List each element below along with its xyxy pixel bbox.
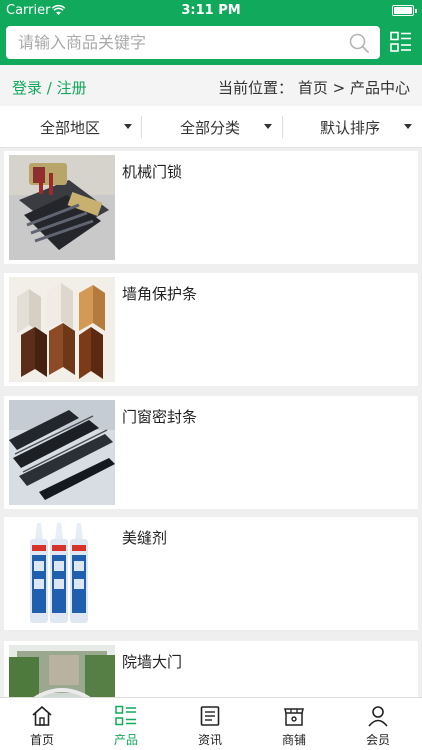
filter-sort-label: 默认排序 [320, 119, 381, 137]
breadcrumb: 当前位置： 首页 > 产品中心 [218, 77, 410, 98]
auth-separator: / [46, 79, 52, 97]
search-bar[interactable] [6, 26, 380, 59]
product-name: 美缝剂 [122, 529, 168, 547]
tab-products[interactable]: 产品 [84, 698, 168, 750]
auth-links: 登录 / 注册 [12, 77, 87, 98]
breadcrumb-arrow: > [332, 79, 346, 97]
product-name: 院墙大门 [122, 653, 183, 671]
product-card[interactable]: 墙角保护条 [4, 273, 418, 386]
product-name: 机械门锁 [122, 163, 183, 181]
tab-home-label: 首页 [29, 733, 54, 747]
home-icon [32, 706, 52, 726]
location-bar: 登录 / 注册 当前位置： 首页 > 产品中心 [0, 65, 422, 106]
product-list-icon [115, 705, 136, 726]
tab-member-label: 会员 [365, 733, 390, 747]
filter-sort-dropdown[interactable]: 默认排序 [282, 106, 422, 148]
chevron-down-icon [404, 124, 412, 129]
breadcrumb-label: 当前位置： [218, 79, 294, 97]
filter-bar: 全部地区 全部分类 默认排序 [0, 106, 422, 148]
app-header: Carrier 3:11 PM [0, 0, 422, 65]
status-bar: Carrier 3:11 PM [0, 0, 422, 22]
tab-member[interactable]: 会员 [336, 698, 420, 750]
chevron-down-icon [264, 124, 272, 129]
clock: 3:11 PM [181, 3, 241, 18]
tab-news[interactable]: 资讯 [168, 698, 252, 750]
product-name: 墙角保护条 [122, 285, 198, 303]
member-icon [368, 706, 388, 727]
chevron-down-icon [124, 124, 132, 129]
product-name: 门窗密封条 [122, 408, 198, 426]
filter-region-label: 全部地区 [40, 119, 101, 137]
product-card[interactable]: 美缝剂 [4, 517, 418, 630]
breadcrumb-home[interactable]: 首页 [298, 79, 328, 97]
tab-shops[interactable]: 商铺 [252, 698, 336, 750]
list-menu-icon[interactable] [390, 31, 412, 53]
filter-region-dropdown[interactable]: 全部地区 [0, 106, 140, 148]
product-image[interactable] [9, 521, 115, 626]
product-image[interactable] [9, 277, 115, 382]
filter-category-label: 全部分类 [180, 119, 241, 137]
product-image[interactable] [9, 155, 115, 260]
battery-icon [392, 5, 417, 16]
search-input[interactable] [18, 26, 338, 59]
tab-shops-label: 商铺 [281, 733, 306, 747]
search-icon[interactable] [348, 32, 370, 54]
filter-category-dropdown[interactable]: 全部分类 [141, 106, 281, 148]
product-card[interactable]: 门窗密封条 [4, 396, 418, 509]
tab-home[interactable]: 首页 [0, 698, 84, 750]
shop-icon [284, 708, 304, 726]
product-image[interactable] [9, 400, 115, 505]
login-link[interactable]: 登录 [12, 79, 42, 97]
bottom-tab-bar: 首页 产品 资讯 商铺 会员 [0, 697, 422, 750]
register-link[interactable]: 注册 [57, 79, 87, 97]
breadcrumb-current: 产品中心 [349, 79, 410, 97]
tab-products-label: 产品 [113, 733, 138, 747]
product-card[interactable]: 机械门锁 [4, 151, 418, 264]
tab-news-label: 资讯 [197, 733, 222, 747]
news-icon [200, 706, 220, 726]
